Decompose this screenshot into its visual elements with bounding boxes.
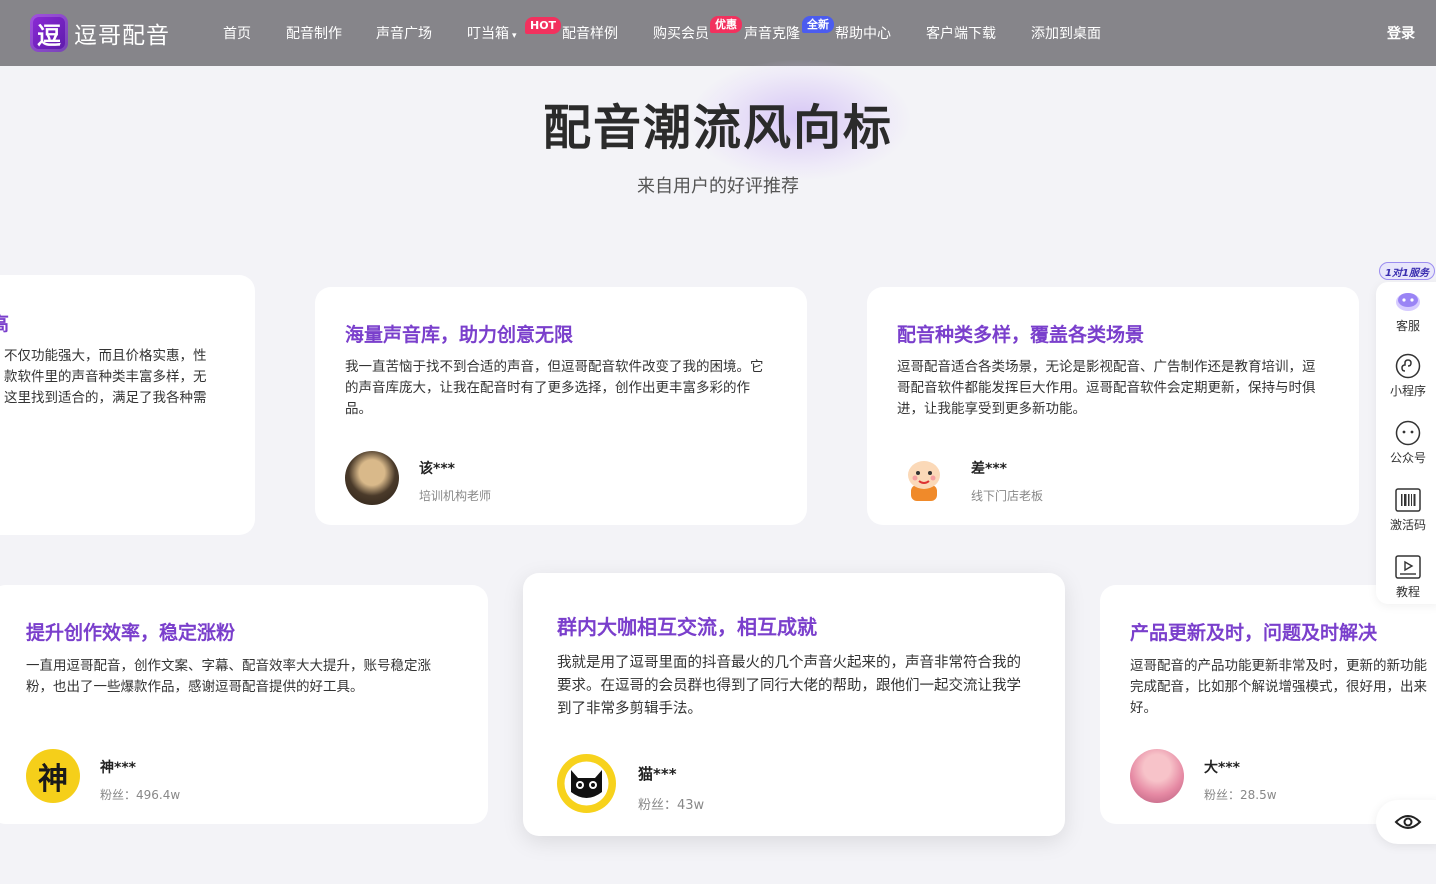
card-body: 我就是用了逗哥里面的抖音最火的几个声音火起来的，声音非常符合我的要求。在逗哥的会…	[557, 655, 1021, 717]
testimonial-card: 配音种类多样，覆盖各类场景 逗哥配音适合各类场景，无论是影视配音、广告制作还是教…	[867, 287, 1359, 525]
user-role: 粉丝：496.4w	[100, 788, 181, 802]
video-tutorial-icon	[1395, 555, 1421, 579]
sidebar-official-account[interactable]: 公众号	[1376, 420, 1436, 466]
barcode-icon	[1395, 488, 1421, 512]
nav-toolbox-label: 叮当箱	[467, 26, 509, 42]
user-role: 培训机构老师	[419, 489, 492, 503]
view-toggle-button[interactable]	[1376, 800, 1436, 844]
one-on-one-service-badge: 1对1服务	[1379, 262, 1435, 280]
card-body-line: 款软件里的声音种类丰富多样，无	[4, 369, 207, 385]
cartoon-avatar-icon	[908, 461, 940, 501]
avatar	[557, 754, 616, 813]
login-button[interactable]: 登录	[1387, 23, 1415, 43]
sidebar-tutorial[interactable]: 教程	[1376, 554, 1436, 600]
card-title: 产品更新及时，问题及时解决	[1130, 622, 1378, 644]
card-title: 海量声音库，助力创意无限	[345, 324, 574, 346]
card-body-line: 不仅功能强大，而且价格实惠，性	[4, 348, 207, 364]
nav-home[interactable]: 首页	[223, 23, 251, 43]
testimonial-card: 产品更新及时，问题及时解决 逗哥配音的产品功能更新非常及时，更新的新功能 完成配…	[1100, 585, 1436, 824]
user-name: 差***	[971, 461, 1007, 477]
sidebar-label: 教程	[1395, 585, 1420, 599]
card-title: 提升创作效率，稳定涨粉	[26, 622, 236, 644]
hot-badge: HOT	[525, 17, 562, 34]
user-name: 神***	[100, 760, 136, 776]
card-body-line: 好。	[1130, 700, 1157, 716]
testimonial-card: 高 不仅功能强大，而且价格实惠，性 款软件里的声音种类丰富多样，无 这里找到适合…	[0, 275, 255, 535]
card-body: 逗哥配音的产品功能更新非常及时，更新的新功能 完成配音，比如那个解说增强模式，很…	[1130, 656, 1436, 719]
user-name: 该***	[419, 461, 455, 477]
new-badge: 全新	[802, 16, 834, 33]
card-body-line: 逗哥配音的产品功能更新非常及时，更新的新功能	[1130, 658, 1427, 674]
avatar	[345, 451, 399, 505]
card-body: 我一直苦恼于找不到合适的声音，但逗哥配音软件改变了我的困境。它的声音库庞大，让我…	[345, 359, 764, 417]
eye-icon	[1394, 815, 1422, 829]
sidebar-mini-program[interactable]: 小程序	[1376, 353, 1436, 399]
caret-down-icon: ▾	[512, 31, 517, 41]
nav-add-desktop[interactable]: 添加到桌面	[1031, 23, 1101, 43]
sidebar-activation-code[interactable]: 激活码	[1376, 487, 1436, 533]
avatar: 神	[26, 749, 80, 803]
mini-program-icon	[1395, 353, 1421, 379]
user-name: 大***	[1204, 760, 1240, 776]
sidebar-label: 客服	[1395, 319, 1420, 333]
card-title: 高	[0, 309, 9, 336]
testimonial-card: 提升创作效率，稳定涨粉 一直用逗哥配音，创作文案、字幕、配音效率大大提升，账号稳…	[0, 585, 488, 824]
wechat-icon	[1395, 420, 1421, 446]
sidebar-label: 公众号	[1389, 451, 1426, 465]
nav-dubbing[interactable]: 配音制作	[286, 23, 342, 43]
card-title: 配音种类多样，覆盖各类场景	[897, 324, 1145, 346]
main-nav: 首页 配音制作 声音广场 叮当箱 ▾ 配音样例 购买会员 声音克隆 帮助中心 客户…	[0, 0, 1436, 66]
nav-download[interactable]: 客户端下载	[926, 23, 996, 43]
testimonial-card-featured: 群内大咖相互交流，相互成就 我就是用了逗哥里面的抖音最火的几个声音火起来的，声音…	[523, 573, 1065, 836]
avatar	[1130, 749, 1184, 803]
testimonial-card: 海量声音库，助力创意无限 我一直苦恼于找不到合适的声音，但逗哥配音软件改变了我的…	[315, 287, 807, 525]
page-title: 配音潮流风向标	[542, 100, 893, 156]
nav-voice-clone[interactable]: 声音克隆	[744, 23, 800, 43]
user-role: 粉丝：43w	[638, 798, 705, 813]
nav-help[interactable]: 帮助中心	[835, 23, 891, 43]
top-navbar: 逗 逗哥配音 首页 配音制作 声音广场 叮当箱 ▾ 配音样例 购买会员 声音克隆 …	[0, 0, 1436, 66]
nav-toolbox[interactable]: 叮当箱 ▾	[467, 23, 517, 43]
avatar	[897, 451, 951, 505]
customer-service-icon	[1396, 293, 1420, 311]
nav-voice-square[interactable]: 声音广场	[376, 23, 432, 43]
cat-avatar-icon	[564, 761, 609, 806]
card-body-line: 这里找到适合的，满足了我各种需	[4, 390, 207, 406]
user-role: 线下门店老板	[971, 489, 1044, 503]
card-body: 一直用逗哥配音，创作文案、字幕、配音效率大大提升，账号稳定涨粉，也出了一些爆款作…	[26, 658, 431, 695]
nav-samples[interactable]: 配音样例	[562, 23, 618, 43]
card-body: 不仅功能强大，而且价格实惠，性 款软件里的声音种类丰富多样，无 这里找到适合的，…	[4, 346, 254, 409]
card-title: 群内大咖相互交流，相互成就	[557, 615, 817, 639]
sidebar-label: 激活码	[1389, 518, 1426, 532]
card-body-line: 完成配音，比如那个解说增强模式，很好用，出来	[1130, 679, 1427, 695]
sidebar-label: 小程序	[1389, 384, 1426, 398]
nav-membership[interactable]: 购买会员	[653, 23, 709, 43]
page-subtitle: 来自用户的好评推荐	[637, 176, 799, 197]
card-body: 逗哥配音适合各类场景，无论是影视配音、广告制作还是教育培训，逗哥配音软件都能发挥…	[897, 359, 1316, 417]
sidebar-customer-service[interactable]: 客服	[1376, 288, 1436, 334]
user-name: 猫***	[638, 765, 677, 783]
user-role: 粉丝：28.5w	[1204, 788, 1277, 802]
sale-badge: 优惠	[710, 16, 742, 33]
